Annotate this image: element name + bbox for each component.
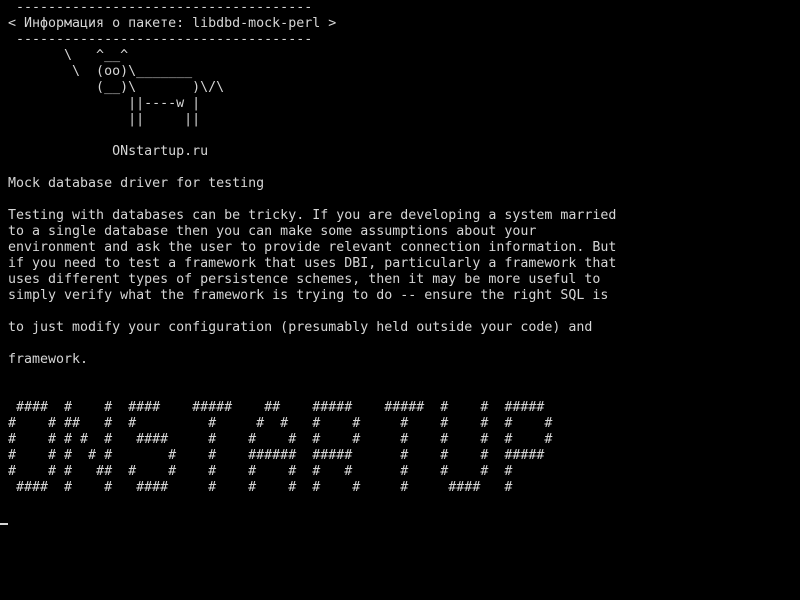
description-line: to just modify your configuration (presu… [8, 320, 593, 335]
ascii-cow-line: \ (oo)\_______ [8, 64, 193, 79]
cowsay-border-bottom: ------------------------------------- [8, 32, 313, 47]
ascii-cow-line: \ ^__^ [8, 48, 129, 63]
cowsay-border-top: ------------------------------------- [8, 0, 313, 15]
terminal-screen[interactable]: ------------------------------------- < … [8, 0, 800, 600]
ascii-banner-line: #### # # #### # # # # # # #### # [8, 480, 513, 495]
description-line: simply verify what the framework is tryi… [8, 288, 609, 303]
description-line: to a single database then you can make s… [8, 224, 537, 239]
ascii-cow-line: || || [8, 112, 201, 127]
description-line: framework. [8, 352, 89, 367]
description-line: uses different types of persistence sche… [8, 272, 601, 287]
description-line: Testing with databases can be tricky. If… [8, 208, 617, 223]
description-line: if you need to test a framework that use… [8, 256, 617, 271]
package-summary: Mock database driver for testing [8, 176, 265, 191]
ascii-cow-line: ||----w | [8, 96, 201, 111]
text-cursor [0, 523, 8, 525]
ascii-cow-line: (__)\ )\/\ [8, 80, 225, 95]
ascii-banner-line: # # # ## # # # # # # # # # # # [8, 464, 513, 479]
ascii-banner-line: #### # # #### ##### ## ##### ##### # # #… [8, 400, 545, 415]
cowsay-message: < Информация о пакете: libdbd-mock-perl … [8, 16, 337, 31]
ascii-banner-line: # # # # # # # ###### ##### # # # ##### [8, 448, 545, 463]
ascii-banner-line: # # ## # # # # # # # # # # # # [8, 416, 553, 431]
ascii-banner-line: # # # # # #### # # # # # # # # # # [8, 432, 553, 447]
description-line: environment and ask the user to provide … [8, 240, 617, 255]
site-credit: ONstartup.ru [8, 144, 209, 159]
